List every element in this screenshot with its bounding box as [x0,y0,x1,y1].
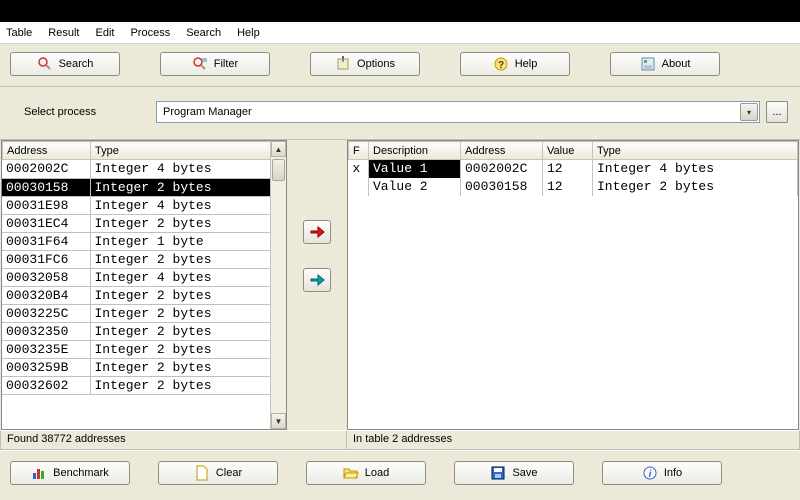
table-row[interactable]: Value 20003015812Integer 2 bytes [349,178,798,196]
scroll-down-icon[interactable]: ▼ [271,413,286,429]
svg-text:?: ? [498,60,504,71]
options-button[interactable]: Options [310,52,420,76]
col-address[interactable]: Address [3,142,91,160]
vertical-scrollbar[interactable]: ▲ ▼ [270,141,286,429]
table-row[interactable]: 0003225CInteger 2 bytes [2,304,286,322]
menu-search[interactable]: Search [186,27,221,39]
benchmark-button[interactable]: Benchmark [10,461,130,485]
col-value[interactable]: Value [543,142,593,160]
table-row[interactable]: 0003235EInteger 2 bytes [2,340,286,358]
clear-label: Clear [216,467,242,479]
scroll-thumb[interactable] [272,159,285,181]
help-button[interactable]: ? Help [460,52,570,76]
benchmark-label: Benchmark [53,467,109,479]
magnifier-filter-icon [192,56,208,72]
col-f[interactable]: F [349,142,369,160]
new-file-icon [194,465,210,481]
results-table[interactable]: Address Type 0002002CInteger 4 bytes0003… [1,140,287,430]
menu-edit[interactable]: Edit [95,27,114,39]
status-found: Found 38772 addresses [0,430,347,450]
info-label: Info [664,467,682,479]
table-row[interactable]: 0003259BInteger 2 bytes [2,358,286,376]
results-body[interactable]: 0002002CInteger 4 bytes00030158Integer 2… [2,160,286,429]
help-button-label: Help [515,58,538,70]
menu-result[interactable]: Result [48,27,79,39]
search-button[interactable]: Search [10,52,120,76]
col-type[interactable]: Type [91,142,286,160]
table-row[interactable]: 0002002CInteger 4 bytes [2,160,286,178]
info-button[interactable]: i Info [602,461,722,485]
table-row[interactable]: 00031E98Integer 4 bytes [2,196,286,214]
middle-area: Address Type 0002002CInteger 4 bytes0003… [0,140,800,430]
save-label: Save [512,467,537,479]
svg-text:i: i [648,469,651,480]
about-button-label: About [662,58,691,70]
address-table-grid: F Description Address Value Type xValue … [348,141,798,196]
process-select-value: Program Manager [163,106,252,118]
options-icon [335,56,351,72]
chart-icon [31,465,47,481]
table-row[interactable]: xValue 10002002C12Integer 4 bytes [349,160,798,178]
load-button[interactable]: Load [306,461,426,485]
add-all-button[interactable] [303,268,331,292]
help-icon: ? [493,56,509,72]
add-to-table-button[interactable] [303,220,331,244]
table-row[interactable]: 00032350Integer 2 bytes [2,322,286,340]
info-icon: i [642,465,658,481]
table-row[interactable]: 00031EC4Integer 2 bytes [2,214,286,232]
menu-bar: Table Result Edit Process Search Help [0,22,800,44]
arrow-right-teal-icon [309,274,325,286]
search-button-label: Search [59,58,94,70]
status-intable: In table 2 addresses [347,430,800,450]
col-desc[interactable]: Description [369,142,461,160]
load-label: Load [365,467,389,479]
process-row: Select process Program Manager ▾ ... [0,87,800,140]
menu-help[interactable]: Help [237,27,260,39]
client-area: Search Filter Options ? Help [0,44,800,500]
table-row[interactable]: 00030158Integer 2 bytes [2,178,286,196]
table-row[interactable]: 00032602Integer 2 bytes [2,376,286,394]
chevron-down-icon[interactable]: ▾ [740,103,758,121]
status-bar: Found 38772 addresses In table 2 address… [0,430,800,450]
options-button-label: Options [357,58,395,70]
clear-button[interactable]: Clear [158,461,278,485]
title-bar [0,0,800,22]
about-icon [640,56,656,72]
results-header: Address Type [2,141,286,160]
address-table-header: F Description Address Value Type [349,142,798,160]
browse-label: ... [772,106,781,118]
about-button[interactable]: About [610,52,720,76]
col-type2[interactable]: Type [593,142,798,160]
filter-button-label: Filter [214,58,238,70]
process-label: Select process [12,106,142,118]
col-addr2[interactable]: Address [461,142,543,160]
disk-icon [490,465,506,481]
main-toolbar: Search Filter Options ? Help [0,44,800,87]
menu-table[interactable]: Table [6,27,32,39]
table-row[interactable]: 000320B4Integer 2 bytes [2,286,286,304]
save-button[interactable]: Save [454,461,574,485]
transfer-buttons [287,140,347,430]
address-table[interactable]: F Description Address Value Type xValue … [347,140,799,430]
bottom-toolbar: Benchmark Clear Load Save [0,450,800,485]
arrow-right-icon [309,226,325,238]
browse-process-button[interactable]: ... [766,101,788,123]
app-window: Table Result Edit Process Search Help Se… [0,0,800,500]
filter-button[interactable]: Filter [160,52,270,76]
folder-open-icon [343,465,359,481]
process-select[interactable]: Program Manager ▾ [156,101,760,123]
scroll-up-icon[interactable]: ▲ [271,141,286,157]
table-row[interactable]: 00031FC6Integer 2 bytes [2,250,286,268]
table-row[interactable]: 00031F64Integer 1 byte [2,232,286,250]
table-row[interactable]: 00032058Integer 4 bytes [2,268,286,286]
menu-process[interactable]: Process [130,27,170,39]
magnifier-icon [37,56,53,72]
